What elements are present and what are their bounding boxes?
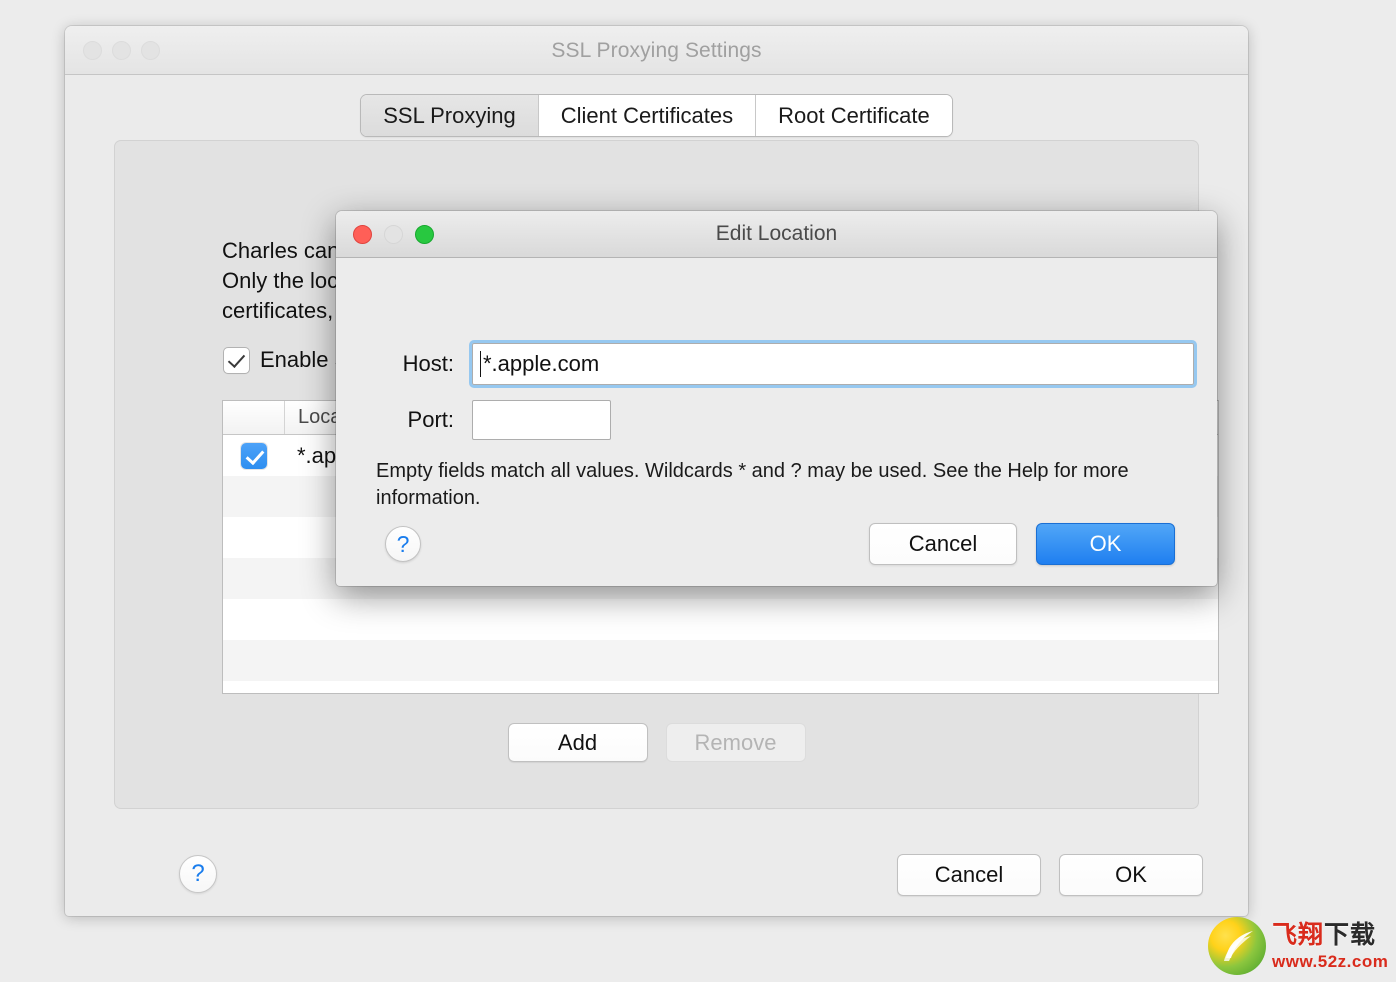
dialog-titlebar: Edit Location bbox=[336, 211, 1217, 258]
host-input-value: *.apple.com bbox=[483, 351, 600, 376]
dialog-hint-text: Empty fields match all values. Wildcards… bbox=[376, 460, 1129, 509]
main-cancel-button[interactable]: Cancel bbox=[897, 854, 1041, 896]
settings-tabs: SSL Proxying Client Certificates Root Ce… bbox=[65, 95, 1248, 136]
port-input[interactable] bbox=[472, 400, 611, 440]
row-enabled-checkbox[interactable] bbox=[241, 442, 267, 469]
dialog-footer: ? Cancel OK bbox=[336, 523, 1217, 570]
port-label: Port: bbox=[407, 407, 454, 432]
help-icon[interactable]: ? bbox=[179, 855, 217, 893]
remove-button: Remove bbox=[665, 723, 806, 762]
host-label: Host: bbox=[402, 351, 454, 376]
dialog-cancel-button[interactable]: Cancel bbox=[869, 523, 1017, 565]
watermark-cn-1: 飞翔 bbox=[1272, 920, 1325, 949]
edit-location-dialog: Edit Location Host: *.apple.com Port: Em… bbox=[336, 211, 1217, 586]
table-row[interactable] bbox=[223, 599, 1218, 640]
watermark-cn-2: 下载 bbox=[1324, 920, 1377, 949]
dialog-title: Edit Location bbox=[715, 222, 838, 245]
text-caret-icon bbox=[480, 351, 481, 377]
table-header-checkbox-column bbox=[223, 401, 285, 434]
watermark-logo-icon bbox=[1208, 917, 1266, 975]
tab-list: SSL Proxying Client Certificates Root Ce… bbox=[361, 95, 952, 136]
dialog-ok-button[interactable]: OK bbox=[1036, 523, 1175, 565]
main-footer-actions: Cancel OK bbox=[897, 854, 1203, 896]
page-title: SSL Proxying Settings bbox=[551, 39, 762, 62]
watermark-cn-line: 飞翔下载 bbox=[1272, 920, 1388, 949]
dialog-actions: Cancel OK bbox=[869, 523, 1175, 565]
main-help-area: ? bbox=[179, 855, 217, 893]
table-actions: Add Remove bbox=[114, 723, 1199, 762]
dialog-body: Host: *.apple.com Port: Empty fields mat… bbox=[336, 258, 1217, 586]
main-titlebar: SSL Proxying Settings bbox=[65, 26, 1248, 75]
add-button[interactable]: Add bbox=[507, 723, 648, 762]
tab-root-certificate[interactable]: Root Certificate bbox=[756, 95, 952, 136]
watermark-text: 飞翔下载 www.52z.com bbox=[1272, 920, 1389, 971]
tab-ssl-proxying[interactable]: SSL Proxying bbox=[361, 95, 539, 136]
port-field-row: Port: bbox=[376, 400, 611, 440]
tab-client-certificates[interactable]: Client Certificates bbox=[538, 95, 757, 136]
table-row[interactable] bbox=[223, 681, 1218, 693]
main-ok-button[interactable]: OK bbox=[1059, 854, 1203, 896]
table-row[interactable] bbox=[223, 640, 1218, 681]
watermark-url: www.52z.com bbox=[1272, 951, 1389, 971]
host-field-row: Host: *.apple.com bbox=[376, 340, 1197, 388]
dialog-help-icon[interactable]: ? bbox=[385, 526, 421, 562]
watermark: 飞翔下载 www.52z.com bbox=[1208, 914, 1388, 978]
row-checkbox-cell[interactable] bbox=[223, 442, 285, 469]
host-input[interactable]: *.apple.com bbox=[469, 340, 1197, 388]
enable-ssl-checkbox[interactable] bbox=[224, 347, 249, 373]
